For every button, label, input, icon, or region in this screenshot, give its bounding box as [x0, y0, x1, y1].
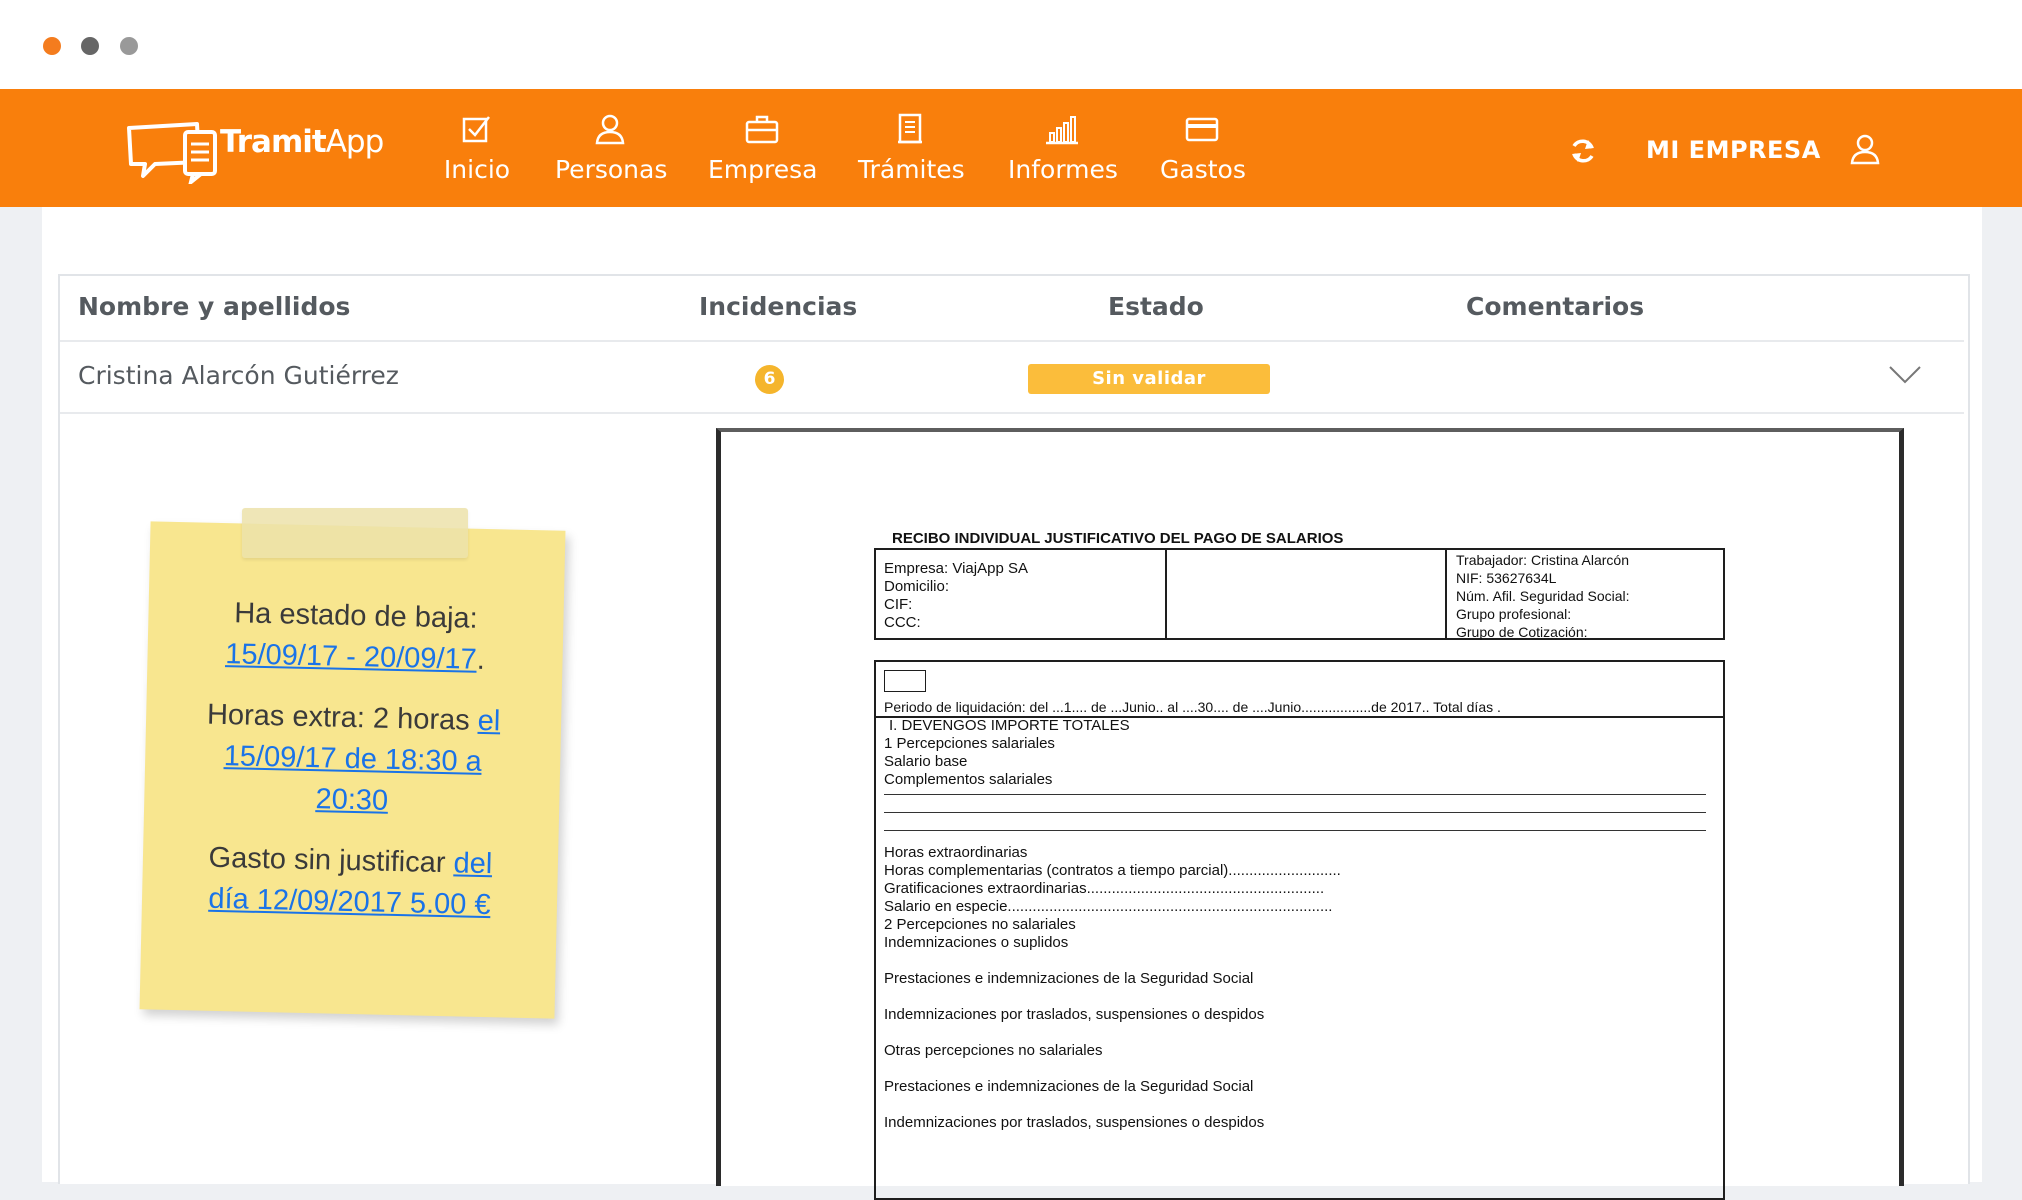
header-divider-1: [1165, 548, 1167, 640]
earnings-line: Horas complementarias (contratos a tiemp…: [884, 862, 1341, 879]
sticky-note-tape: [242, 508, 468, 558]
nav-item-inicio[interactable]: Inicio: [437, 113, 517, 184]
note-overtime-label: Horas extra: 2 horas: [206, 698, 471, 737]
chat-bubbles-logo-icon: [127, 122, 217, 184]
chevron-down-icon[interactable]: [1888, 364, 1922, 386]
earnings-line: Prestaciones e indemnizaciones de la Seg…: [884, 1078, 1254, 1095]
column-header-comments[interactable]: Comentarios: [1466, 292, 1644, 321]
note-leave-label: Ha estado de baja:: [233, 597, 479, 635]
nav-item-personas[interactable]: Personas: [555, 113, 668, 184]
earnings-line: Otras percepciones no salariales: [884, 1042, 1103, 1059]
expense-link-a[interactable]: del: [453, 847, 492, 880]
nav-item-tramites[interactable]: Trámites: [858, 113, 965, 184]
period-line: Periodo de liquidación: del ...1.... de …: [884, 699, 1501, 715]
sticky-note-text: Ha estado de baja: 15/09/17 - 20/09/17. …: [206, 597, 501, 922]
column-header-incidents[interactable]: Incidencias: [699, 292, 857, 321]
status-badge: Sin validar: [1028, 364, 1270, 394]
nav-label: Empresa: [708, 155, 818, 184]
header-divider-2: [1445, 548, 1447, 640]
payslip-title: RECIBO INDIVIDUAL JUSTIFICATIVO DEL PAGO…: [892, 530, 1344, 547]
company-line: CCC:: [884, 614, 921, 631]
overtime-link-b[interactable]: 15/09/17 de 18:30 a: [223, 740, 482, 778]
nav-label: Trámites: [858, 155, 965, 184]
earnings-line: Horas extraordinarias: [884, 844, 1028, 861]
incident-count-badge: 6: [755, 365, 784, 394]
earnings-line: Salario base: [884, 753, 968, 770]
expense-link-b[interactable]: día 12/09/2017 5.00 €: [208, 883, 491, 921]
nav-item-empresa[interactable]: Empresa: [708, 113, 818, 184]
credit-card-icon: [1185, 117, 1219, 142]
earnings-line: Indemnizaciones por traslados, suspensio…: [884, 1114, 1265, 1131]
header-divider: [60, 340, 1964, 342]
logo-wordmark: TramitApp: [220, 124, 384, 160]
briefcase-icon: [745, 115, 779, 144]
worker-line: NIF: 53627634L: [1456, 570, 1557, 586]
nav-label: Gastos: [1160, 155, 1246, 184]
blank-line: [884, 830, 1706, 831]
small-checkbox: [884, 670, 926, 692]
earnings-line: Complementos salariales: [884, 771, 1053, 788]
document-icon: [898, 113, 922, 144]
company-line: CIF:: [884, 596, 913, 613]
bar-chart-icon: [1046, 116, 1078, 145]
my-company-link[interactable]: MI EMPRESA: [1646, 136, 1821, 164]
worker-line: Grupo de Cotización:: [1456, 624, 1588, 640]
payslip-document[interactable]: RECIBO INDIVIDUAL JUSTIFICATIVO DEL PAGO…: [716, 428, 1904, 1200]
blank-line: [884, 812, 1706, 813]
blank-line: [884, 794, 1706, 795]
app-logo[interactable]: TramitApp: [125, 114, 384, 184]
company-line: Domicilio:: [884, 578, 950, 595]
company-line: Empresa: ViajApp SA: [884, 560, 1028, 577]
maximize-window-dot[interactable]: [120, 37, 138, 55]
worker-line: Grupo profesional:: [1456, 606, 1572, 622]
nav-item-informes[interactable]: Informes: [1008, 113, 1118, 184]
column-header-status[interactable]: Estado: [1108, 292, 1204, 321]
nav-label: Personas: [555, 155, 668, 184]
employee-name[interactable]: Cristina Alarcón Gutiérrez: [78, 361, 399, 390]
checkbox-icon: [462, 116, 490, 143]
nav-label: Informes: [1008, 155, 1118, 184]
row-divider: [60, 412, 1964, 414]
column-header-name[interactable]: Nombre y apellidos: [78, 292, 350, 321]
user-profile-icon[interactable]: [1849, 133, 1881, 165]
top-navbar: TramitApp Inicio Personas Empresa Trámit…: [0, 89, 2022, 207]
refresh-icon[interactable]: [1568, 136, 1598, 166]
earnings-line: 2 Percepciones no salariales: [884, 916, 1076, 933]
sticky-note: Ha estado de baja: 15/09/17 - 20/09/17. …: [139, 521, 566, 1019]
earnings-line: 1 Percepciones salariales: [884, 735, 1055, 752]
note-expense-label: Gasto sin justificar: [208, 841, 446, 880]
user-icon: [595, 114, 625, 145]
minimize-window-dot[interactable]: [81, 37, 99, 55]
worker-line: Núm. Afil. Seguridad Social:: [1456, 588, 1630, 604]
nav-item-gastos[interactable]: Gastos: [1160, 113, 1246, 184]
earnings-line: Salario en especie......................…: [884, 898, 1333, 915]
earnings-line: Prestaciones e indemnizaciones de la Seg…: [884, 970, 1254, 987]
earnings-line: Indemnizaciones o suplidos: [884, 934, 1069, 951]
earnings-line: Indemnizaciones por traslados, suspensio…: [884, 1006, 1265, 1023]
worker-line: Trabajador: Cristina Alarcón: [1456, 552, 1630, 568]
section-title: I. DEVENGOS IMPORTE TOTALES: [889, 717, 1130, 734]
window-titlebar: [0, 0, 2022, 89]
overtime-link-a[interactable]: el: [477, 705, 500, 738]
earnings-line: Gratificaciones extraordinarias.........…: [884, 880, 1325, 897]
close-window-dot[interactable]: [43, 37, 61, 55]
nav-label: Inicio: [443, 155, 511, 184]
leave-dates-link[interactable]: 15/09/17 - 20/09/17: [225, 638, 477, 676]
overtime-link-c[interactable]: 20:30: [315, 783, 388, 817]
